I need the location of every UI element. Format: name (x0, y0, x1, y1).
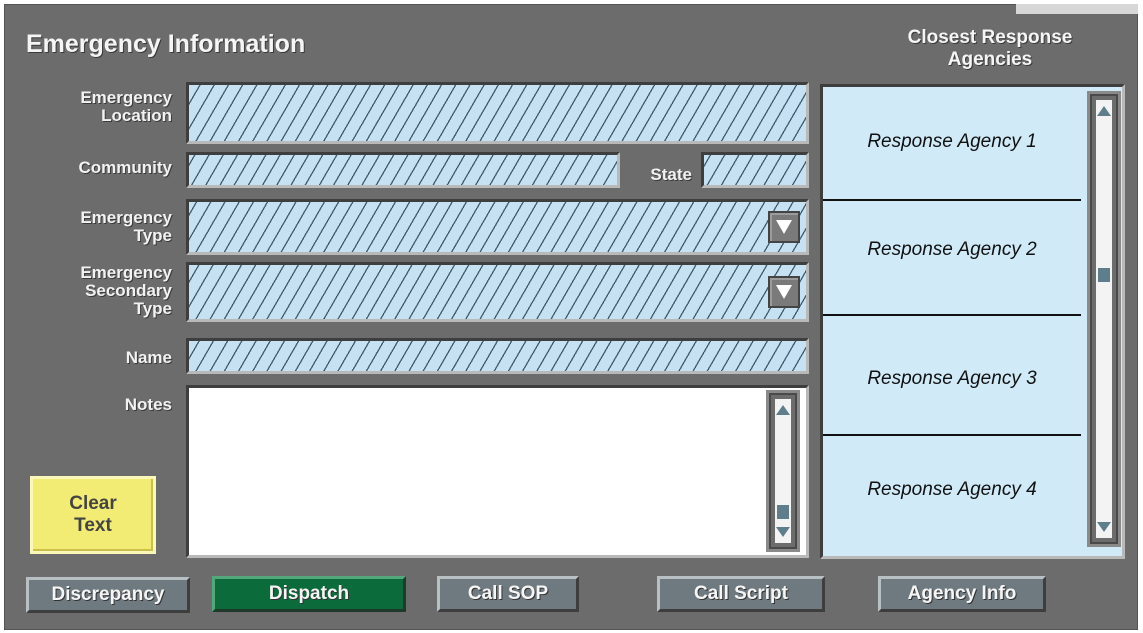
name-label: Name (125, 348, 172, 367)
notes-label: Notes (124, 395, 172, 414)
emergency-location-label: Emergency Location (80, 88, 172, 125)
clear-text-button[interactable]: Clear Text (30, 476, 156, 554)
agency-info-button[interactable]: Agency Info (878, 576, 1046, 612)
secondary-type-dropdown[interactable] (186, 262, 809, 322)
agency-list-item[interactable]: Response Agency 1 (823, 131, 1081, 153)
agency-scrollbar[interactable] (1087, 91, 1121, 547)
notes-scroll-thumb[interactable] (777, 505, 789, 519)
secondary-type-dropdown-button[interactable] (768, 276, 800, 308)
agency-list: Response Agency 1 Response Agency 2 Resp… (820, 84, 1125, 559)
emergency-type-dropdown[interactable] (186, 199, 809, 255)
secondary-type-label: Emergency Secondary Type (80, 263, 172, 318)
emergency-type-label: Emergency Type (80, 208, 172, 245)
agency-scroll-track[interactable] (1096, 100, 1112, 538)
chevron-down-icon (776, 220, 792, 234)
community-field[interactable] (186, 152, 620, 188)
scroll-up-icon[interactable] (1097, 106, 1111, 116)
scroll-up-icon[interactable] (776, 405, 790, 415)
name-field[interactable] (186, 338, 809, 374)
emergency-type-dropdown-button[interactable] (768, 211, 800, 243)
notes-scrollbar[interactable] (766, 390, 800, 552)
chevron-down-icon (776, 285, 792, 299)
agency-list-item[interactable]: Response Agency 4 (823, 479, 1081, 501)
agency-divider (823, 314, 1081, 316)
scroll-down-icon[interactable] (776, 527, 790, 537)
dispatch-button[interactable]: Dispatch (212, 576, 406, 612)
community-label: Community (78, 158, 173, 177)
notes-scroll-track[interactable] (775, 399, 791, 543)
agency-list-item[interactable]: Response Agency 2 (823, 239, 1081, 261)
notes-textarea[interactable] (186, 385, 809, 558)
agency-scroll-thumb[interactable] (1098, 268, 1110, 282)
scroll-down-icon[interactable] (1097, 522, 1111, 532)
window-corner-strip (1016, 4, 1138, 14)
page-title: Emergency Information (26, 30, 306, 58)
state-field[interactable] (701, 152, 809, 188)
state-label: State (650, 165, 692, 184)
call-script-button[interactable]: Call Script (657, 576, 825, 612)
emergency-location-field[interactable] (186, 82, 809, 144)
agency-divider (823, 434, 1081, 436)
agency-divider (823, 199, 1081, 201)
agencies-title: Closest Response Agencies (907, 27, 1073, 70)
call-sop-button[interactable]: Call SOP (437, 576, 579, 612)
discrepancy-button[interactable]: Discrepancy (26, 577, 190, 613)
agency-list-item[interactable]: Response Agency 3 (823, 368, 1081, 390)
